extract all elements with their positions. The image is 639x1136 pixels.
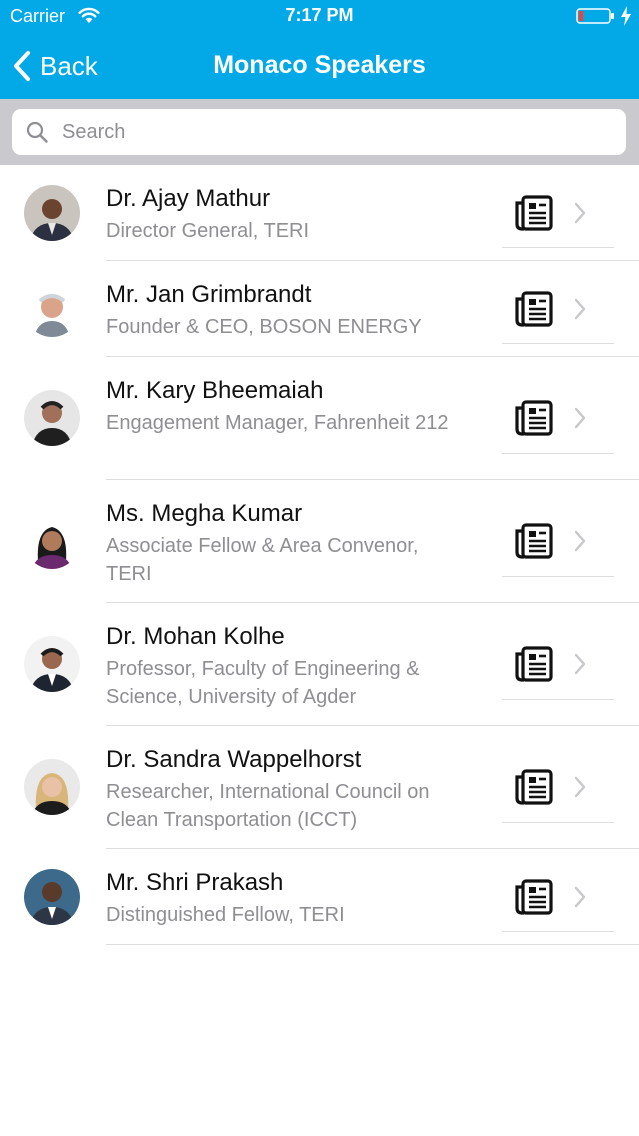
chevron-right-icon[interactable] <box>574 886 586 908</box>
document-icon[interactable] <box>514 195 554 231</box>
row-divider <box>106 944 639 945</box>
speaker-name: Dr. Sandra Wappelhorst <box>106 746 362 773</box>
list-item[interactable]: Mr. Kary Bheemaiah Engagement Manager, F… <box>0 357 639 480</box>
speaker-actions <box>502 603 614 700</box>
avatar <box>24 636 80 692</box>
speaker-actions <box>502 261 614 344</box>
speaker-title: Distinguished Fellow, TERI <box>106 904 345 926</box>
avatar <box>24 869 80 925</box>
header: Carrier 7:17 PM Back Monaco Speakers <box>0 0 639 99</box>
battery-icon <box>576 8 614 24</box>
speaker-title: Director General, TERI <box>106 220 310 242</box>
search-icon <box>26 121 48 143</box>
list-item[interactable]: Mr. Shri Prakash Distinguished Fellow, T… <box>0 849 639 945</box>
status-bar: Carrier 7:17 PM <box>0 0 639 34</box>
avatar <box>24 759 80 815</box>
speaker-name: Mr. Kary Bheemaiah <box>106 377 324 404</box>
speaker-title: Researcher, International Council on Cle… <box>106 781 430 831</box>
chevron-right-icon[interactable] <box>574 653 586 675</box>
speaker-name: Mr. Jan Grimbrandt <box>106 281 312 308</box>
speaker-name: Dr. Ajay Mathur <box>106 185 271 212</box>
document-icon[interactable] <box>514 646 554 682</box>
speaker-title: Founder & CEO, BOSON ENERGY <box>106 316 422 338</box>
document-icon[interactable] <box>514 769 554 805</box>
avatar <box>24 390 80 446</box>
speaker-title: Professor, Faculty of Engineering & Scie… <box>106 658 420 708</box>
document-icon[interactable] <box>514 879 554 915</box>
speaker-title: Engagement Manager, Fahrenheit 212 <box>106 412 449 434</box>
speaker-actions <box>502 480 614 577</box>
list-item[interactable]: Dr. Sandra Wappelhorst Researcher, Inter… <box>0 726 639 849</box>
list-item[interactable]: Mr. Jan Grimbrandt Founder & CEO, BOSON … <box>0 261 639 357</box>
chevron-right-icon[interactable] <box>574 407 586 429</box>
chevron-right-icon[interactable] <box>574 776 586 798</box>
search-bar <box>0 99 639 165</box>
search-field[interactable] <box>12 109 626 155</box>
chevron-right-icon[interactable] <box>574 530 586 552</box>
speaker-title: Associate Fellow & Area Convenor, TERI <box>106 535 419 585</box>
list-item[interactable]: Dr. Mohan Kolhe Professor, Faculty of En… <box>0 603 639 726</box>
speaker-actions <box>502 726 614 823</box>
document-icon[interactable] <box>514 523 554 559</box>
status-time: 7:17 PM <box>285 5 354 25</box>
charging-icon <box>621 6 631 26</box>
speaker-name: Ms. Megha Kumar <box>106 500 303 527</box>
document-icon[interactable] <box>514 400 554 436</box>
list-item[interactable]: Dr. Ajay Mathur Director General, TERI <box>0 165 639 261</box>
avatar <box>24 185 80 241</box>
avatar <box>24 513 80 569</box>
speaker-actions <box>502 849 614 932</box>
speaker-name: Dr. Mohan Kolhe <box>106 623 285 650</box>
avatar <box>24 281 80 337</box>
chevron-right-icon[interactable] <box>574 202 586 224</box>
page-title: Monaco Speakers <box>213 51 426 79</box>
speaker-list: Dr. Ajay Mathur Director General, TERI M… <box>0 165 639 945</box>
speaker-actions <box>502 165 614 248</box>
search-input[interactable] <box>60 119 604 145</box>
chevron-right-icon[interactable] <box>574 298 586 320</box>
speaker-name: Mr. Shri Prakash <box>106 869 284 896</box>
document-icon[interactable] <box>514 291 554 327</box>
navigation-bar: Back Monaco Speakers <box>0 34 639 99</box>
list-item[interactable]: Ms. Megha Kumar Associate Fellow & Area … <box>0 480 639 603</box>
speaker-actions <box>502 357 614 454</box>
